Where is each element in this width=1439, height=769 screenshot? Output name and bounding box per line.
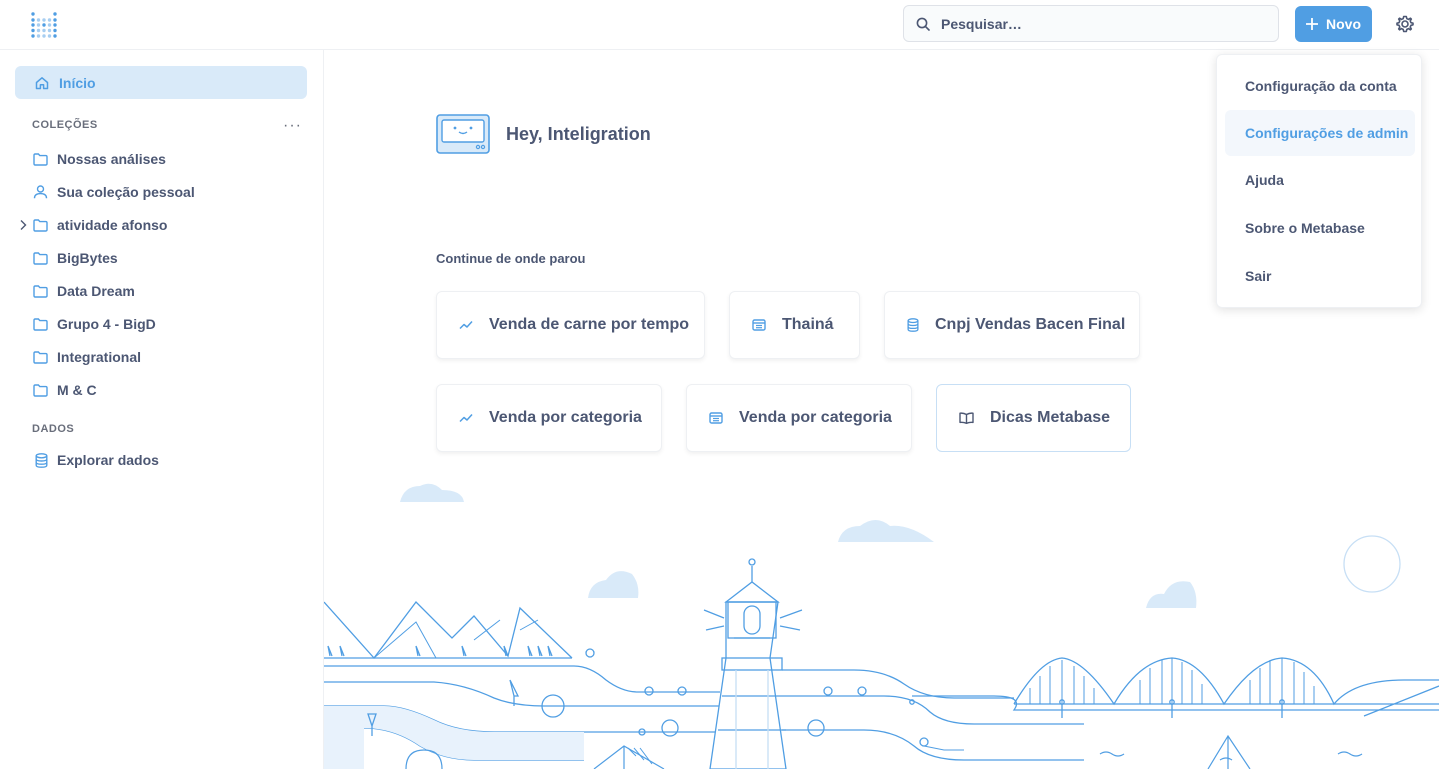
sidebar-item-explore-data[interactable]: Explorar dados bbox=[35, 449, 159, 471]
sidebar: Início COLEÇÕES ··· Nossas análises Sua … bbox=[0, 50, 324, 769]
sidebar-item-personal-collection[interactable]: Sua coleção pessoal bbox=[33, 181, 195, 203]
person-icon bbox=[33, 185, 48, 199]
sidebar-item-label: Integrational bbox=[57, 349, 142, 365]
sidebar-item-label: BigBytes bbox=[57, 250, 118, 266]
card-label: Venda de carne por tempo bbox=[489, 316, 690, 333]
sidebar-item-bigbytes[interactable]: BigBytes bbox=[33, 247, 118, 269]
sidebar-item-data-dream[interactable]: Data Dream bbox=[33, 280, 135, 302]
collections-more-button[interactable]: ··· bbox=[283, 117, 302, 135]
table-icon bbox=[752, 319, 766, 331]
sidebar-item-integrational[interactable]: Integrational bbox=[33, 346, 141, 368]
folder-icon bbox=[33, 383, 48, 397]
new-button-label: Novo bbox=[1326, 16, 1361, 32]
folder-icon bbox=[33, 350, 48, 364]
menu-item-sign-out[interactable]: Sair bbox=[1225, 253, 1415, 299]
new-button[interactable]: Novo bbox=[1295, 6, 1372, 42]
sidebar-item-label: Início bbox=[59, 74, 96, 91]
book-icon bbox=[959, 412, 974, 424]
search-placeholder: Pesquisar… bbox=[941, 15, 1022, 32]
home-icon bbox=[35, 76, 49, 89]
metabase-logo-icon[interactable] bbox=[31, 12, 57, 38]
menu-item-account-settings[interactable]: Configuração da conta bbox=[1225, 63, 1415, 109]
sidebar-item-nossas-analises[interactable]: Nossas análises bbox=[33, 148, 166, 170]
folder-icon bbox=[33, 251, 48, 265]
database-icon bbox=[907, 318, 919, 332]
sidebar-item-label: Grupo 4 - BigD bbox=[57, 316, 156, 332]
collections-section-label: COLEÇÕES bbox=[32, 119, 98, 131]
sidebar-item-home[interactable]: Início bbox=[15, 66, 307, 99]
card-label: Dicas Metabase bbox=[990, 409, 1111, 426]
settings-menu: Configuração da conta Configurações de a… bbox=[1216, 54, 1422, 308]
gear-icon[interactable] bbox=[1394, 13, 1416, 35]
line-chart-icon bbox=[459, 413, 473, 423]
top-navbar: Pesquisar… Novo bbox=[0, 0, 1439, 50]
database-icon bbox=[35, 452, 48, 468]
continue-section-label: Continue de onde parou bbox=[436, 251, 586, 266]
sidebar-item-m-c[interactable]: M & C bbox=[33, 379, 97, 401]
sidebar-item-label: Sua coleção pessoal bbox=[57, 184, 195, 200]
robot-face-icon bbox=[436, 114, 490, 154]
sidebar-item-atividade-afonso[interactable]: atividade afonso bbox=[33, 214, 167, 236]
card-label: Venda por categoria bbox=[489, 409, 642, 426]
sidebar-item-label: Explorar dados bbox=[57, 452, 159, 468]
greeting-heading: Hey, Inteligration bbox=[506, 124, 651, 144]
recent-item-card[interactable]: Venda por categoria bbox=[436, 384, 662, 452]
menu-item-admin-settings[interactable]: Configurações de admin bbox=[1225, 110, 1415, 156]
recent-item-card[interactable]: Venda de carne por tempo bbox=[436, 291, 705, 359]
sidebar-item-label: Nossas análises bbox=[57, 151, 166, 167]
sidebar-item-label: M & C bbox=[57, 382, 97, 398]
sidebar-item-label: Data Dream bbox=[57, 283, 135, 299]
lighthouse-illustration bbox=[324, 483, 1439, 769]
data-section-label: DADOS bbox=[32, 423, 75, 435]
folder-icon bbox=[33, 284, 48, 298]
card-label: Cnpj Vendas Bacen Final bbox=[935, 316, 1126, 333]
recent-item-card[interactable]: Dicas Metabase bbox=[936, 384, 1131, 452]
sidebar-item-grupo-4[interactable]: Grupo 4 - BigD bbox=[33, 313, 156, 335]
folder-icon bbox=[33, 152, 48, 166]
plus-icon bbox=[1306, 18, 1318, 30]
recent-item-card[interactable]: Thainá bbox=[729, 291, 860, 359]
menu-item-about[interactable]: Sobre o Metabase bbox=[1225, 205, 1415, 251]
menu-item-help[interactable]: Ajuda bbox=[1225, 157, 1415, 203]
search-input[interactable]: Pesquisar… bbox=[903, 5, 1279, 42]
line-chart-icon bbox=[459, 320, 473, 330]
chevron-right-icon[interactable] bbox=[17, 219, 29, 231]
search-icon bbox=[916, 17, 930, 31]
recent-item-card[interactable]: Venda por categoria bbox=[686, 384, 912, 452]
folder-icon bbox=[33, 218, 48, 232]
recent-item-card[interactable]: Cnpj Vendas Bacen Final bbox=[884, 291, 1140, 359]
sidebar-item-label: atividade afonso bbox=[57, 217, 168, 233]
card-label: Thainá bbox=[782, 316, 834, 333]
folder-icon bbox=[33, 317, 48, 331]
card-label: Venda por categoria bbox=[739, 409, 892, 426]
table-icon bbox=[709, 412, 723, 424]
